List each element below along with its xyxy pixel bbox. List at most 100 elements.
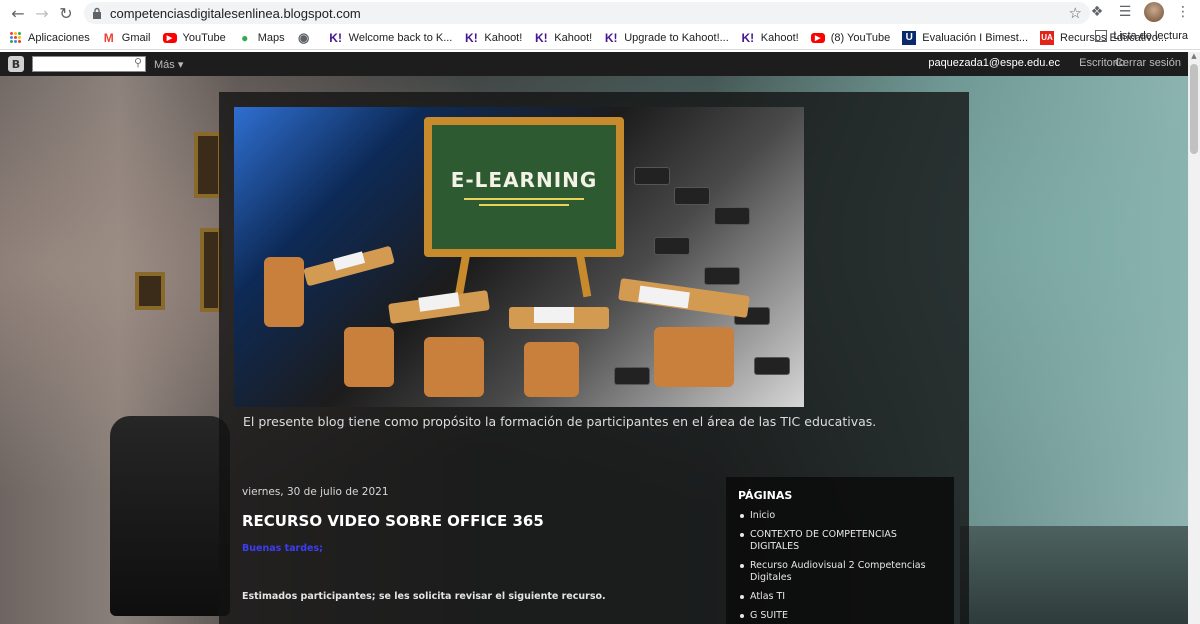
back-icon[interactable]: ←	[6, 1, 30, 25]
more-label: Más	[154, 58, 175, 71]
bookmark-label: Evaluación I Bimest...	[922, 31, 1029, 44]
lock-icon	[93, 7, 101, 19]
forward-icon[interactable]: →	[30, 1, 54, 25]
page-link-g-suite[interactable]: G SUITE	[738, 610, 942, 622]
post-date: viernes, 30 de julio de 2021	[242, 486, 389, 498]
bookmark-label: Kahoot!	[760, 31, 799, 44]
wall-frame	[194, 132, 222, 198]
kahoot-icon: K!	[329, 30, 342, 45]
globe-icon: ◉	[297, 29, 310, 45]
keyboard-key	[674, 187, 710, 205]
profile-avatar[interactable]	[1144, 2, 1164, 22]
address-bar[interactable]: competenciasdigitalesenlinea.blogspot.co…	[84, 2, 1090, 24]
header-image[interactable]: E-LEARNING	[234, 107, 804, 407]
floor	[960, 526, 1188, 624]
bookmark-youtube-8[interactable]: ▶ (8) YouTube	[810, 31, 891, 44]
page-link-atlas-ti[interactable]: Atlas TI	[738, 591, 942, 603]
bookmark-kahoot-upgrade[interactable]: K! Upgrade to Kahoot!...	[604, 31, 729, 45]
blog-description: El presente blog tiene como propósito la…	[243, 414, 877, 429]
blog-search-input[interactable]: ⚲	[32, 56, 146, 72]
kahoot-icon: K!	[741, 30, 755, 45]
school-chair	[524, 342, 579, 397]
pages-widget-title: PÁGINAS	[738, 489, 793, 502]
apps-grid-icon	[10, 31, 22, 44]
blog-content-area: E-LEARNING El presente blog tiene como p…	[219, 92, 969, 624]
bookmark-label: Welcome back to K...	[348, 31, 453, 44]
post-greeting: Buenas tardes;	[242, 543, 323, 554]
chalkboard: E-LEARNING	[424, 117, 624, 257]
sign-out-link[interactable]: Cerrar sesión	[1115, 57, 1181, 69]
ua-icon: UA	[1040, 30, 1055, 45]
scroll-up-icon[interactable]: ▲	[1188, 52, 1200, 64]
menu-kebab-icon[interactable]: ⋮	[1174, 4, 1192, 20]
bookmark-label: Upgrade to Kahoot!...	[624, 31, 729, 44]
pages-list: Inicio CONTEXTO DE COMPETENCIAS DIGITALE…	[738, 510, 942, 622]
youtube-icon: ▶	[810, 32, 825, 43]
desk-paper	[534, 307, 574, 323]
bookmark-label: Maps	[257, 31, 285, 44]
bookmark-apps[interactable]: Aplicaciones	[10, 31, 90, 44]
reading-list-label: Lista de lectura	[1113, 30, 1188, 42]
keyboard-key	[614, 367, 650, 385]
bookmark-gmail[interactable]: M Gmail	[102, 31, 151, 45]
kahoot-icon: K!	[465, 30, 478, 45]
page-link-inicio[interactable]: Inicio	[738, 510, 942, 522]
bookmark-label: Gmail	[121, 31, 151, 44]
bookmark-youtube[interactable]: ▶ YouTube	[162, 31, 226, 44]
more-menu[interactable]: Más ▾	[154, 58, 183, 71]
pages-widget: PÁGINAS Inicio CONTEXTO DE COMPETENCIAS …	[726, 477, 954, 624]
keyboard-key	[634, 167, 670, 185]
kahoot-icon: K!	[534, 30, 548, 45]
bookmark-label: Aplicaciones	[28, 31, 90, 44]
gmail-icon: M	[103, 30, 114, 45]
browser-toolbar: ← → ↻ competenciasdigitalesenlinea.blogs…	[0, 0, 1200, 26]
bookmark-label: Kahoot!	[554, 31, 593, 44]
bookmarks-bar: Aplicaciones M Gmail ▶ YouTube ● Maps ◉ …	[0, 26, 1200, 50]
school-chair	[654, 327, 734, 387]
scrollbar-thumb[interactable]	[1190, 64, 1198, 154]
u-icon: U	[902, 30, 917, 45]
user-email: paquezada1@espe.edu.ec	[928, 57, 1060, 69]
bookmark-kahoot-welcome[interactable]: K! Welcome back to K...	[329, 30, 453, 45]
youtube-icon: ▶	[162, 32, 177, 43]
url-text: competenciasdigitalesenlinea.blogspot.co…	[110, 5, 361, 21]
blogger-logo-icon[interactable]: B	[8, 56, 24, 72]
page-scrollbar[interactable]: ▲	[1188, 52, 1200, 624]
reload-icon[interactable]: ↻	[54, 1, 78, 25]
kahoot-icon: K!	[604, 30, 618, 45]
school-chair	[424, 337, 484, 397]
keyboard-key	[754, 357, 790, 375]
keyboard-key	[714, 207, 750, 225]
reading-list-button[interactable]: Lista de lectura	[1095, 30, 1188, 42]
bookmark-maps[interactable]: ● Maps	[238, 31, 285, 45]
blogger-navbar: B ⚲ Más ▾ paquezada1@espe.edu.ec Escrito…	[0, 52, 1188, 76]
media-control-icon[interactable]: ☰	[1116, 4, 1134, 20]
chalk-underline	[479, 204, 569, 206]
post-body-text: Estimados participantes; se les solicita…	[242, 591, 606, 602]
maps-icon: ●	[241, 30, 249, 45]
sofa	[110, 416, 230, 616]
wall-frame	[135, 272, 165, 310]
keyboard-key	[704, 267, 740, 285]
bookmark-evaluacion[interactable]: U Evaluación I Bimest...	[902, 30, 1029, 45]
bookmark-kahoot-1[interactable]: K! Kahoot!	[464, 31, 522, 45]
bookmark-label: (8) YouTube	[830, 31, 891, 44]
bookmark-globe[interactable]: ◉	[297, 29, 317, 45]
school-chair	[264, 257, 304, 327]
bookmark-label: Kahoot!	[484, 31, 523, 44]
extensions-icon[interactable]: ❖	[1088, 4, 1106, 20]
browser-actions: ❖ ☰ ⋮	[1088, 2, 1192, 22]
bookmark-label: YouTube	[182, 31, 226, 44]
bookmark-star-icon[interactable]: ☆	[1069, 4, 1082, 22]
bookmark-kahoot-2[interactable]: K! Kahoot!	[534, 31, 592, 45]
reading-list-icon	[1095, 30, 1108, 42]
post-title[interactable]: RECURSO VIDEO SOBRE OFFICE 365	[242, 512, 544, 530]
chalk-underline	[464, 198, 584, 200]
page-link-recurso-audiovisual[interactable]: Recurso Audiovisual 2 Competencias Digit…	[738, 560, 942, 584]
keyboard-key	[654, 237, 690, 255]
page-link-contexto[interactable]: CONTEXTO DE COMPETENCIAS DIGITALES	[738, 529, 942, 553]
school-chair	[344, 327, 394, 387]
search-icon[interactable]: ⚲	[134, 56, 142, 69]
chalkboard-surface: E-LEARNING	[432, 125, 616, 249]
bookmark-kahoot-3[interactable]: K! Kahoot!	[741, 30, 799, 45]
